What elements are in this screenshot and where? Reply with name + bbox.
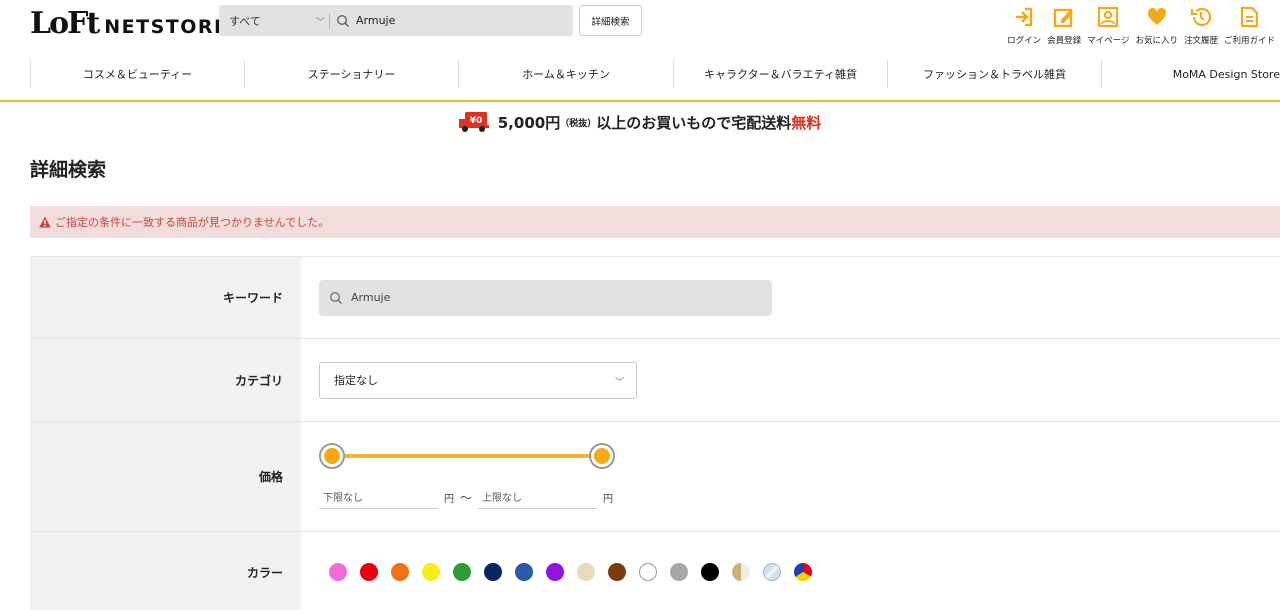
color-swatch-gray[interactable] [670, 563, 688, 581]
guide-icon [1241, 6, 1259, 28]
color-swatch-silver[interactable] [763, 563, 781, 581]
nav-divider [0, 100, 1280, 102]
nav-item-fashion-travel[interactable]: ファッション＆トラベル雑貨 [887, 60, 1101, 88]
price-min-handle[interactable] [319, 443, 345, 469]
color-swatch-pink[interactable] [329, 563, 347, 581]
search-input[interactable] [356, 14, 556, 27]
price-slider-track [332, 454, 602, 458]
price-max-input[interactable]: 上限なし [478, 485, 598, 509]
price-min-input[interactable]: 下限なし [319, 485, 438, 509]
login-icon [1016, 7, 1033, 27]
color-body [301, 532, 1280, 610]
price-label: 価格 [30, 422, 301, 531]
mypage-icon [1098, 6, 1119, 28]
banner-free: 無料 [791, 113, 822, 132]
banner-tax: （税抜） [560, 118, 597, 129]
nav-item-moma[interactable]: MoMA Design Store [1101, 60, 1280, 88]
color-swatch-orange[interactable] [391, 563, 409, 581]
user-menu: ログイン 会員登録 マイページ お気に入り 注文履歴 ご利用ガイド [1004, 6, 1278, 46]
color-swatch-white[interactable] [639, 563, 657, 581]
login-label: ログイン [1007, 36, 1042, 46]
color-swatch-green[interactable] [453, 563, 471, 581]
register-label: 会員登録 [1047, 36, 1082, 46]
color-swatch-beige[interactable] [577, 563, 595, 581]
price-inputs: 下限なし 円 〜 上限なし 円 [319, 485, 619, 509]
keyword-label: キーワード [30, 257, 301, 338]
history-icon [1190, 7, 1212, 27]
advanced-search-form: キーワード カテゴリ 指定なし ﹀ 価格 下限なし 円 [30, 256, 1280, 610]
guide-link[interactable]: ご利用ガイド [1221, 6, 1278, 46]
category-select[interactable]: 指定なし ﹀ [319, 361, 637, 399]
favorites-link[interactable]: お気に入り [1132, 6, 1181, 46]
truck-icon: ¥0 [458, 112, 489, 132]
alert-text: ご指定の条件に一致する商品が見つかりませんでした。 [55, 216, 330, 229]
category-body: 指定なし ﹀ [301, 339, 1280, 421]
register-link[interactable]: 会員登録 [1044, 6, 1084, 46]
heart-icon [1147, 7, 1166, 25]
color-swatch-blue[interactable] [515, 563, 533, 581]
color-label: カラー [30, 532, 301, 610]
login-link[interactable]: ログイン [1004, 6, 1044, 46]
category-label: カテゴリ [30, 339, 301, 421]
price-max-unit: 円 [603, 493, 614, 505]
banner-mid: 以上のお買いもので宅配送料 [596, 113, 792, 132]
category-nav: コスメ＆ビューティー ステーショナリー ホーム＆キッチン キャラクター＆バラエテ… [30, 48, 1280, 100]
color-swatch-black[interactable] [701, 563, 719, 581]
price-row: 価格 下限なし 円 〜 上限なし 円 [30, 422, 1280, 532]
guide-label: ご利用ガイド [1223, 36, 1275, 46]
color-swatch-yellow[interactable] [422, 563, 440, 581]
page-title: 詳細検索 [30, 159, 107, 181]
price-separator: 〜 [460, 490, 473, 505]
color-swatches [319, 563, 812, 581]
price-range-slider[interactable] [319, 443, 615, 469]
keyword-body [301, 257, 1280, 338]
search-icon [329, 291, 343, 304]
keyword-field[interactable] [319, 279, 772, 316]
keyword-input[interactable] [351, 291, 751, 304]
color-swatch-multi[interactable] [794, 563, 812, 581]
warning-icon [39, 216, 51, 228]
advanced-search-button[interactable]: 詳細検索 [579, 5, 642, 36]
search-category-value: すべて [229, 14, 261, 28]
logo-lo: LoFt [30, 5, 100, 41]
color-swatch-red[interactable] [360, 563, 378, 581]
no-results-alert: ご指定の条件に一致する商品が見つかりませんでした。 [30, 206, 1280, 238]
color-swatch-navy[interactable] [484, 563, 502, 581]
shipping-banner[interactable]: ¥0 5,000円 （税抜） 以上のお買いもので宅配送料 無料 [0, 111, 1280, 133]
chevron-down-icon: ﹀ [614, 377, 624, 388]
register-icon [1053, 8, 1074, 28]
mypage-link[interactable]: マイページ [1084, 6, 1132, 46]
loft-logo[interactable]: LoFt NETSTORE [30, 5, 229, 41]
order-history-label: 注文履歴 [1183, 36, 1218, 46]
price-min-unit: 円 [444, 493, 454, 505]
price-body: 下限なし 円 〜 上限なし 円 [301, 422, 1280, 531]
search-icon [336, 14, 350, 27]
nav-item-home-kitchen[interactable]: ホーム＆キッチン [458, 60, 673, 88]
color-swatch-purple[interactable] [546, 563, 564, 581]
color-row: カラー [30, 532, 1280, 610]
color-swatch-gold[interactable] [732, 563, 750, 581]
header: LoFt NETSTORE すべて ﹀ 詳細検索 ログイン 会員登録 マイページ… [0, 0, 1280, 48]
order-history-link[interactable]: 注文履歴 [1181, 6, 1221, 46]
category-row: カテゴリ 指定なし ﹀ [30, 339, 1280, 422]
nav-item-character[interactable]: キャラクター＆バラエティ雑貨 [673, 60, 887, 88]
logo-netstore: NETSTORE [104, 16, 229, 38]
chevron-down-icon: ﹀ [315, 18, 325, 28]
truck-text: ¥0 [469, 116, 482, 126]
nav-item-stationery[interactable]: ステーショナリー [244, 60, 458, 88]
header-search: すべて ﹀ [219, 5, 573, 36]
search-category-select[interactable]: すべて ﹀ [219, 5, 329, 36]
favorites-label: お気に入り [1135, 36, 1178, 46]
mypage-label: マイページ [1087, 36, 1130, 46]
nav-item-cosme[interactable]: コスメ＆ビューティー [30, 60, 244, 88]
price-max-handle[interactable] [589, 443, 615, 469]
banner-amount: 5,000円 [497, 113, 561, 132]
color-swatch-brown[interactable] [608, 563, 626, 581]
category-value: 指定なし [334, 374, 378, 387]
keyword-row: キーワード [30, 257, 1280, 339]
search-divider [329, 12, 330, 29]
